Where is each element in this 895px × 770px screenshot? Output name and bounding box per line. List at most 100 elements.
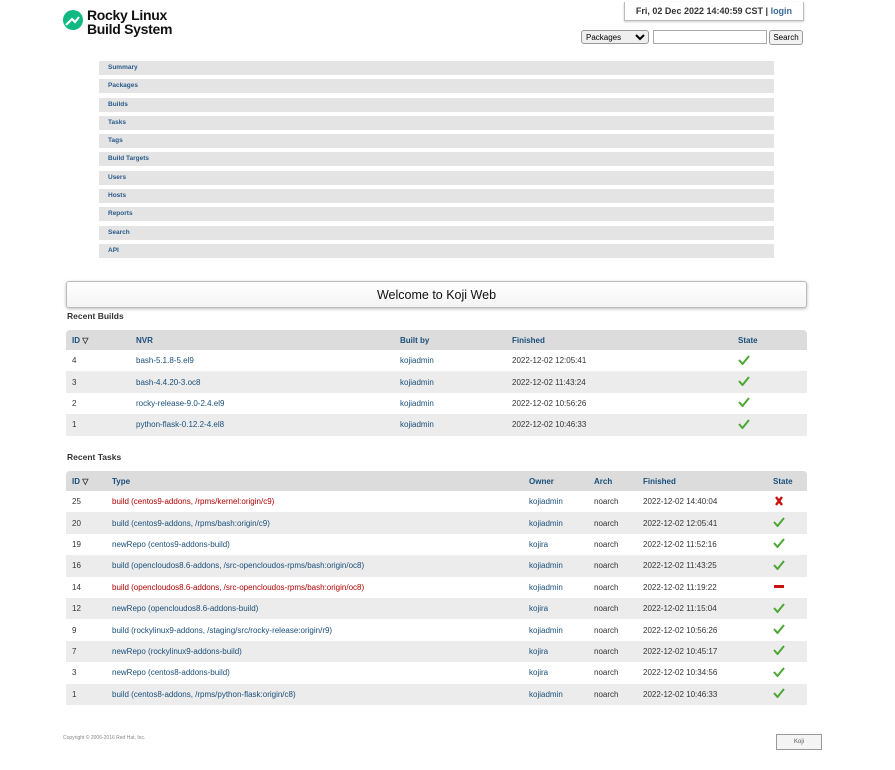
task-owner-link[interactable]: kojira xyxy=(529,540,548,549)
task-type-link[interactable]: build (centos9-addons, /rpms/bash:origin… xyxy=(112,519,270,528)
task-owner-link[interactable]: kojiadmin xyxy=(529,561,563,570)
task-arch: noarch xyxy=(588,597,637,620)
col-id[interactable]: ID ▽ xyxy=(66,330,130,350)
build-user-link[interactable]: kojiadmin xyxy=(400,420,434,429)
nav-link[interactable]: Tags xyxy=(108,137,123,144)
task-owner-link[interactable]: kojira xyxy=(529,604,548,613)
build-user-link[interactable]: kojiadmin xyxy=(400,356,434,365)
build-row: 4 bash-5.1.8-5.el9 kojiadmin 2022-12-02 12:… xyxy=(66,350,807,372)
task-type-link[interactable]: newRepo (centos8-addons-build) xyxy=(112,668,230,677)
build-state xyxy=(732,414,807,436)
task-row: 14 build (opencloudos8.6-addons, /src-ope… xyxy=(66,576,807,598)
check-icon xyxy=(738,397,750,408)
col-nvr[interactable]: NVR xyxy=(130,330,394,350)
build-nvr-link[interactable]: rocky-release-9.0-2.4.el9 xyxy=(136,399,224,408)
nav-item-api[interactable]: API xyxy=(99,243,774,258)
nav-link[interactable]: Summary xyxy=(108,64,138,71)
nav-link[interactable]: Search xyxy=(108,229,130,236)
task-id: 9 xyxy=(66,619,106,641)
col-owner[interactable]: Owner xyxy=(523,471,588,491)
nav-item-builds[interactable]: Builds xyxy=(99,97,774,112)
task-id: 20 xyxy=(66,512,106,534)
task-state xyxy=(767,683,807,705)
task-type-link[interactable]: newRepo (centos9-addons-build) xyxy=(112,540,230,549)
powered-by-koji-badge[interactable]: Koji xyxy=(776,734,822,750)
col-id[interactable]: ID ▽ xyxy=(66,471,106,491)
task-arch: noarch xyxy=(588,512,637,534)
task-arch: noarch xyxy=(588,662,637,684)
task-id: 19 xyxy=(66,533,106,556)
task-state xyxy=(767,662,807,684)
task-row: 1 build (centos8-addons, /rpms/python-fla… xyxy=(66,683,807,705)
build-row: 1 python-flask-0.12.2-4.el8 kojiadmin 2022-… xyxy=(66,414,807,436)
nav-link[interactable]: Packages xyxy=(108,82,138,89)
task-owner-link[interactable]: kojira xyxy=(529,647,548,656)
nav-item-summary[interactable]: Summary xyxy=(99,61,774,75)
col-arch[interactable]: Arch xyxy=(588,471,637,491)
build-state xyxy=(732,392,807,415)
nav-item-search[interactable]: Search xyxy=(99,225,774,240)
check-icon xyxy=(773,538,785,549)
search-button[interactable]: Search xyxy=(769,30,803,45)
recent-builds-title: Recent Builds xyxy=(67,311,124,321)
nav-link[interactable]: Build Targets xyxy=(108,155,149,162)
nav-item-reports[interactable]: Reports xyxy=(99,207,774,222)
recent-tasks-table: ID ▽ Type Owner Arch Finished State 25 bu… xyxy=(66,471,807,705)
search-type-select[interactable]: Packages xyxy=(581,30,649,44)
nav-item-users[interactable]: Users xyxy=(99,170,774,185)
build-id: 3 xyxy=(66,371,130,393)
nav-item-packages[interactable]: Packages xyxy=(99,79,774,94)
task-type-link[interactable]: build (opencloudos8.6-addons, /src-openc… xyxy=(112,561,364,570)
task-finished: 2022-12-02 10:45:17 xyxy=(637,640,767,663)
build-nvr-link[interactable]: python-flask-0.12.2-4.el8 xyxy=(136,420,224,429)
task-arch: noarch xyxy=(588,619,637,641)
build-user-link[interactable]: kojiadmin xyxy=(400,378,434,387)
task-type-link[interactable]: build (rockylinux9-addons, /staging/src/… xyxy=(112,626,332,635)
task-row: 9 build (rockylinux9-addons, /staging/src… xyxy=(66,619,807,641)
col-type[interactable]: Type xyxy=(106,471,523,491)
task-owner-link[interactable]: kojiadmin xyxy=(529,583,563,592)
task-row: 7 newRepo (rockylinux9-addons-build) kojir… xyxy=(66,640,807,663)
task-type-link[interactable]: newRepo (rockylinux9-addons-build) xyxy=(112,647,242,656)
failed-icon xyxy=(775,495,783,506)
task-owner-link[interactable]: kojiadmin xyxy=(529,690,563,699)
col-built-by[interactable]: Built by xyxy=(394,330,506,350)
task-type-link[interactable]: build (centos9-addons, /rpms/kernel:orig… xyxy=(112,497,274,506)
task-owner-link[interactable]: kojiadmin xyxy=(529,626,563,635)
task-finished: 2022-12-02 11:19:22 xyxy=(637,576,767,598)
nav-item-build-targets[interactable]: Build Targets xyxy=(99,152,774,167)
task-owner-link[interactable]: kojira xyxy=(529,668,548,677)
task-arch: noarch xyxy=(588,683,637,705)
nav-link[interactable]: Tasks xyxy=(108,119,126,126)
col-finished[interactable]: Finished xyxy=(637,471,767,491)
welcome-banner: Welcome to Koji Web xyxy=(66,281,807,308)
nav-item-tags[interactable]: Tags xyxy=(99,134,774,149)
check-icon xyxy=(773,517,785,528)
nav-item-tasks[interactable]: Tasks xyxy=(99,115,774,130)
search-input[interactable] xyxy=(653,30,767,44)
task-owner-link[interactable]: kojiadmin xyxy=(529,519,563,528)
rocky-linux-logo[interactable]: Rocky Linux Build System xyxy=(63,6,185,37)
nav-item-hosts[interactable]: Hosts xyxy=(99,189,774,204)
col-state[interactable]: State xyxy=(767,471,807,491)
check-icon xyxy=(773,688,785,699)
build-finished: 2022-12-02 12:05:41 xyxy=(506,350,732,372)
check-icon xyxy=(773,624,785,635)
task-owner-link[interactable]: kojiadmin xyxy=(529,497,563,506)
login-link[interactable]: login xyxy=(771,6,793,16)
build-user-link[interactable]: kojiadmin xyxy=(400,399,434,408)
build-state xyxy=(732,350,807,372)
nav-link[interactable]: Builds xyxy=(108,101,128,108)
task-type-link[interactable]: newRepo (opencloudos8.6-addons-build) xyxy=(112,604,258,613)
nav-link[interactable]: Hosts xyxy=(108,192,126,199)
nav-link[interactable]: Users xyxy=(108,174,126,181)
task-type-link[interactable]: build (opencloudos8.6-addons, /src-openc… xyxy=(112,583,364,592)
col-finished[interactable]: Finished xyxy=(506,330,732,350)
build-nvr-link[interactable]: bash-4.4.20-3.oc8 xyxy=(136,378,201,387)
task-type-link[interactable]: build (centos8-addons, /rpms/python-flas… xyxy=(112,690,296,699)
build-nvr-link[interactable]: bash-5.1.8-5.el9 xyxy=(136,356,194,365)
nav-link[interactable]: Reports xyxy=(108,210,133,217)
task-finished: 2022-12-02 11:43:25 xyxy=(637,555,767,577)
nav-link[interactable]: API xyxy=(108,247,119,254)
col-state[interactable]: State xyxy=(732,330,807,350)
